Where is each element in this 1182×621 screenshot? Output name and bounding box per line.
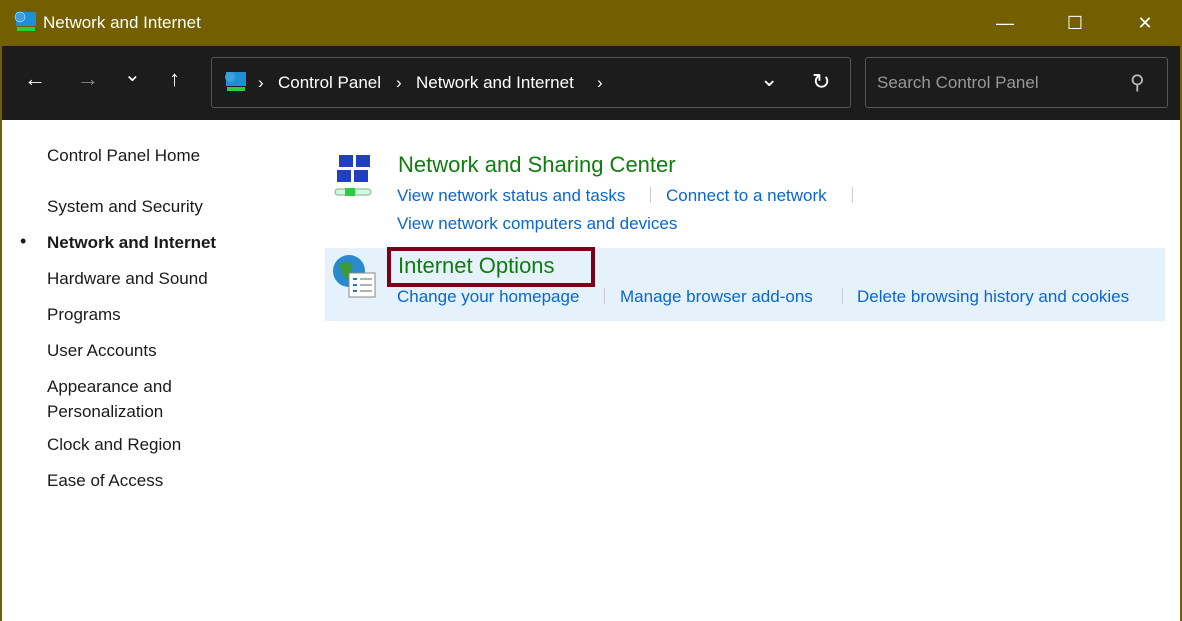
- title-bar: Network and Internet — ☐ ✕: [0, 0, 1182, 46]
- minimize-button[interactable]: —: [970, 0, 1040, 46]
- active-bullet: •: [20, 231, 27, 251]
- sidebar-item-home[interactable]: Control Panel Home: [47, 146, 200, 166]
- address-bar[interactable]: › Control Panel › Network and Internet ›…: [211, 57, 851, 108]
- network-location-icon: [225, 72, 246, 91]
- search-icon[interactable]: ⚲: [1130, 70, 1145, 95]
- toolbar: ← → ⌄ ↑ › Control Panel › Network and In…: [2, 46, 1180, 120]
- breadcrumb-control-panel[interactable]: Control Panel: [278, 73, 381, 93]
- maximize-button[interactable]: ☐: [1040, 0, 1110, 46]
- sidebar-item-ease-of-access[interactable]: Ease of Access: [47, 471, 163, 491]
- search-input[interactable]: Search Control Panel: [877, 73, 1039, 93]
- link-divider: [842, 288, 843, 304]
- view-network-computers-link[interactable]: View network computers and devices: [397, 214, 677, 234]
- network-sharing-icon: [334, 155, 372, 196]
- internet-options-heading[interactable]: Internet Options: [398, 253, 555, 279]
- content-area: Control Panel Home System and Security •…: [2, 120, 1180, 621]
- back-icon[interactable]: ←: [24, 66, 46, 92]
- network-sharing-center-heading[interactable]: Network and Sharing Center: [398, 152, 676, 178]
- sidebar-item-clock-region[interactable]: Clock and Region: [47, 435, 181, 455]
- breadcrumb-separator[interactable]: ›: [597, 73, 603, 93]
- up-icon[interactable]: ↑: [169, 66, 180, 92]
- close-button[interactable]: ✕: [1110, 0, 1180, 46]
- delete-browsing-history-link[interactable]: Delete browsing history and cookies: [857, 287, 1129, 307]
- breadcrumb-separator: ›: [258, 73, 264, 92]
- sidebar-item-network-internet[interactable]: Network and Internet: [47, 233, 216, 253]
- breadcrumb-network-and-internet[interactable]: Network and Internet: [416, 73, 574, 93]
- sidebar-item-user-accounts[interactable]: User Accounts: [47, 341, 157, 361]
- change-homepage-link[interactable]: Change your homepage: [397, 287, 579, 307]
- refresh-icon[interactable]: ↻: [812, 69, 830, 95]
- search-box[interactable]: Search Control Panel ⚲: [865, 57, 1168, 108]
- window-title: Network and Internet: [43, 13, 201, 32]
- sidebar-item-appearance[interactable]: Appearance and: [47, 377, 172, 397]
- breadcrumb-separator: ›: [396, 73, 402, 92]
- link-divider: [852, 187, 853, 203]
- link-divider: [650, 187, 651, 203]
- link-divider: [604, 288, 605, 304]
- sidebar-item-system-security[interactable]: System and Security: [47, 197, 203, 217]
- sidebar-item-hardware-sound[interactable]: Hardware and Sound: [47, 269, 208, 289]
- connect-network-link[interactable]: Connect to a network: [666, 186, 827, 206]
- sidebar-item-programs[interactable]: Programs: [47, 305, 121, 325]
- recent-locations-icon[interactable]: ⌄: [124, 62, 141, 87]
- manage-addons-link[interactable]: Manage browser add-ons: [620, 287, 813, 307]
- network-app-icon: [14, 11, 36, 31]
- address-dropdown-icon[interactable]: ⌄: [760, 66, 778, 92]
- sidebar-item-personalization[interactable]: Personalization: [47, 402, 163, 422]
- forward-icon[interactable]: →: [77, 66, 99, 92]
- view-network-status-link[interactable]: View network status and tasks: [397, 186, 625, 206]
- internet-options-icon: [333, 255, 376, 298]
